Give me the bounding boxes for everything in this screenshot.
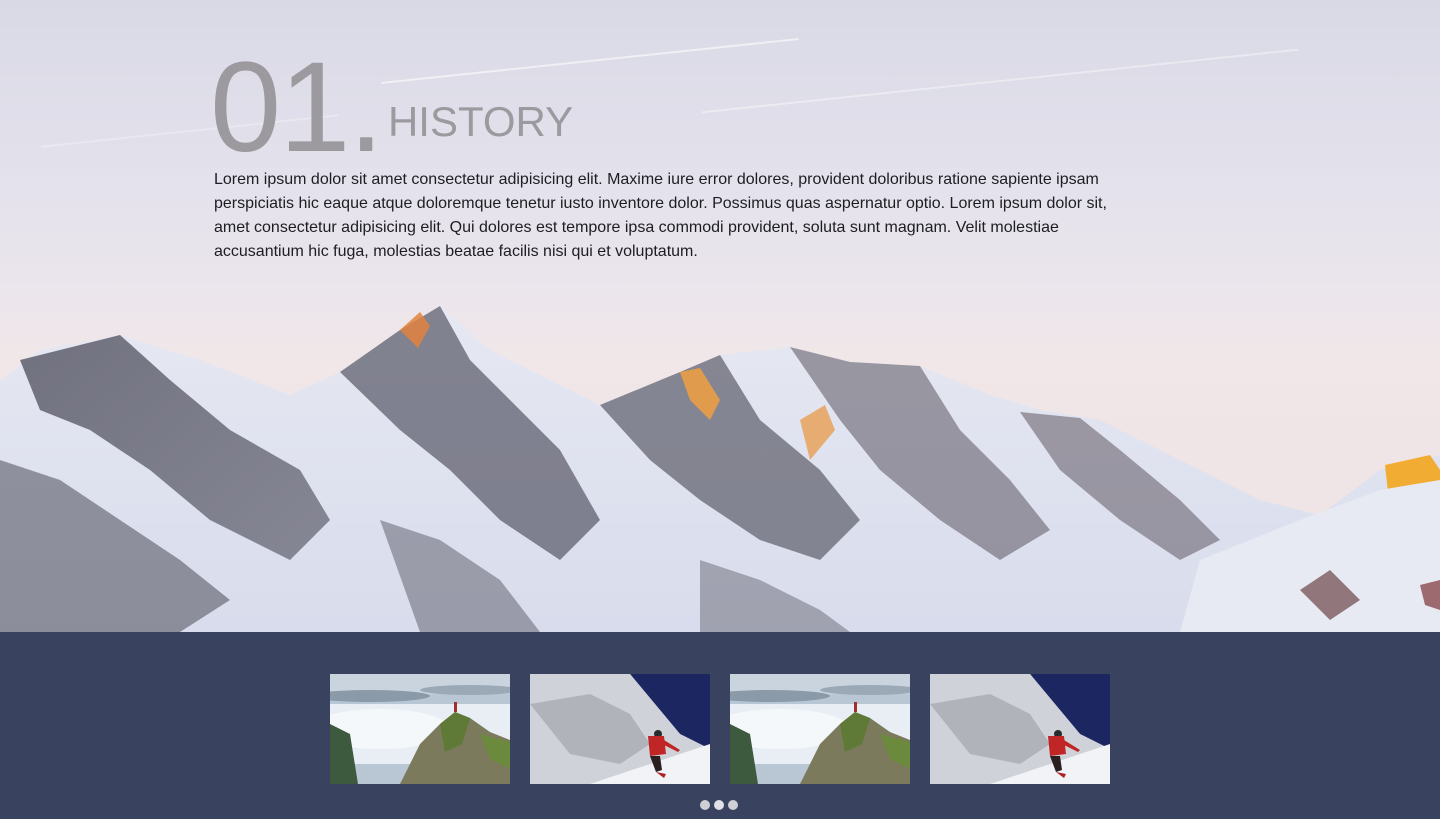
section-description: Lorem ipsum dolor sit amet consectetur a… — [214, 171, 1107, 260]
section-number: 01. — [210, 36, 384, 179]
thumbnail-climber-on-slope[interactable] — [530, 674, 710, 784]
thumbnail-hiker-on-cliff[interactable] — [330, 674, 510, 784]
climber-on-slope-image — [930, 674, 1110, 784]
thumbnail-hiker-on-cliff[interactable] — [730, 674, 910, 784]
hero-section: 01. HISTORY Lorem ipsum dolor sit amet c… — [0, 0, 1440, 632]
thumbnail-carousel — [330, 674, 1110, 784]
pagination-dot-3[interactable] — [728, 800, 738, 810]
section-title: HISTORY — [387, 98, 574, 145]
thumbnail-climber-on-slope[interactable] — [930, 674, 1110, 784]
climber-on-slope-image — [530, 674, 710, 784]
gallery-strip — [0, 632, 1440, 819]
pagination-dot-2[interactable] — [714, 800, 724, 810]
pagination-dot-1[interactable] — [700, 800, 710, 810]
carousel-pagination — [700, 800, 738, 810]
section-heading: 01. HISTORY — [210, 44, 573, 172]
hiker-on-cliff-image — [730, 674, 910, 784]
hiker-on-cliff-image — [330, 674, 510, 784]
